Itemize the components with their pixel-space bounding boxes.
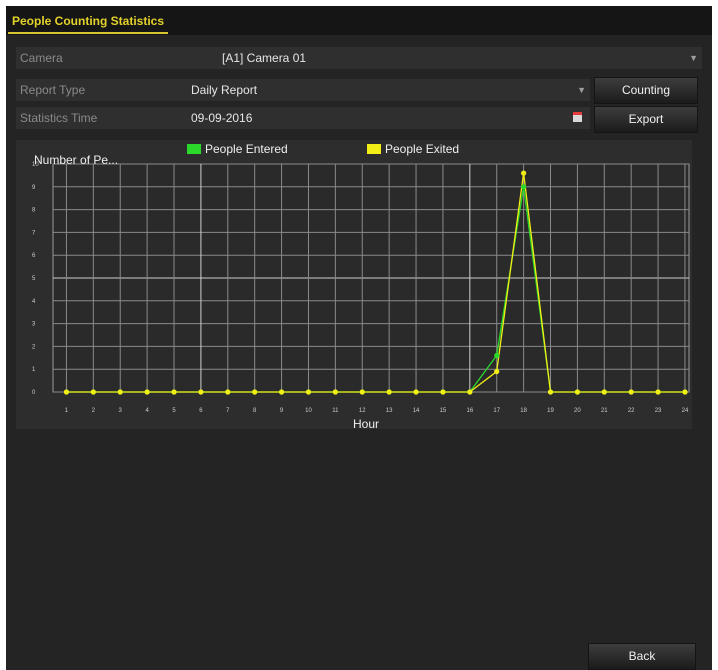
data-point-exited xyxy=(90,389,96,395)
people-counting-window: People Counting Statistics Camera [A1] C… xyxy=(6,6,712,670)
calendar-icon[interactable] xyxy=(573,112,582,122)
statistics-time-label: Statistics Time xyxy=(20,111,98,125)
data-point-exited xyxy=(574,389,580,395)
x-tick-label: 18 xyxy=(520,408,527,414)
y-tick-label: 1 xyxy=(32,367,36,373)
tab-bar: People Counting Statistics xyxy=(6,6,712,35)
legend-people-entered: People Entered xyxy=(187,142,288,156)
x-tick-label: 19 xyxy=(547,408,554,414)
y-tick-label: 8 xyxy=(32,208,36,214)
back-button[interactable]: Back xyxy=(588,643,696,670)
camera-value: [A1] Camera 01 xyxy=(222,51,307,65)
x-tick-label: 4 xyxy=(145,408,149,414)
x-tick-label: 21 xyxy=(601,408,608,414)
data-point-exited xyxy=(521,170,527,176)
x-tick-label: 9 xyxy=(280,408,284,414)
x-tick-label: 14 xyxy=(413,408,420,414)
data-point-entered xyxy=(494,352,500,359)
data-point-exited xyxy=(278,389,285,395)
tab-people-counting-statistics[interactable]: People Counting Statistics xyxy=(8,12,169,34)
report-type-field[interactable]: Report Type Daily Report ▼ xyxy=(16,79,590,101)
y-tick-label: 4 xyxy=(32,299,36,305)
data-point-exited xyxy=(413,389,419,395)
export-button[interactable]: Export xyxy=(594,106,698,133)
people-counting-chart: 0123456789101 2 3 4 5 6 7 8 9 10 11 12 13 14 15 16 17 18 1… xyxy=(32,162,690,414)
x-tick-label: 5 xyxy=(172,408,176,414)
data-point-exited xyxy=(440,389,446,395)
x-tick-label: 7 xyxy=(226,408,230,414)
x-tick-label: 20 xyxy=(574,408,581,414)
x-tick-label: 15 xyxy=(440,408,447,414)
chevron-down-icon[interactable]: ▼ xyxy=(577,79,586,101)
y-tick-label: 3 xyxy=(32,322,36,328)
y-tick-label: 9 xyxy=(32,185,36,191)
x-tick-label: 1 xyxy=(65,408,69,414)
x-tick-label: 22 xyxy=(628,408,635,414)
report-type-label: Report Type xyxy=(20,83,86,97)
statistics-time-field[interactable]: Statistics Time 09-09-2016 xyxy=(16,107,590,129)
data-point-exited xyxy=(655,389,661,395)
data-point-exited xyxy=(547,389,554,395)
data-point-exited xyxy=(359,389,365,395)
data-point-exited xyxy=(198,389,204,395)
statistics-time-value: 09-09-2016 xyxy=(191,111,253,125)
data-point-exited xyxy=(494,368,500,375)
x-tick-label: 23 xyxy=(655,408,662,414)
data-point-exited xyxy=(467,389,473,395)
x-tick-label: 8 xyxy=(253,408,257,414)
data-point-exited xyxy=(305,389,312,395)
data-point-exited xyxy=(144,389,150,395)
legend-swatch-entered xyxy=(187,144,201,154)
data-point-exited xyxy=(63,389,70,395)
data-point-exited xyxy=(682,389,688,395)
data-point-exited xyxy=(171,389,177,395)
x-tick-label: 6 xyxy=(199,408,203,414)
y-tick-label: 5 xyxy=(32,276,36,282)
data-point-exited xyxy=(332,389,338,395)
y-tick-label: 0 xyxy=(32,390,36,396)
camera-field[interactable]: Camera [A1] Camera 01 ▼ xyxy=(16,47,702,69)
y-tick-label: 2 xyxy=(32,344,36,350)
x-tick-label: 12 xyxy=(359,408,366,414)
x-tick-label: 16 xyxy=(466,408,473,414)
report-type-value: Daily Report xyxy=(191,83,258,97)
counting-button[interactable]: Counting xyxy=(594,77,698,104)
y-tick-label: 7 xyxy=(32,230,36,236)
legend-people-exited: People Exited xyxy=(367,142,459,156)
data-point-exited xyxy=(628,389,634,395)
x-tick-label: 2 xyxy=(92,408,96,414)
x-tick-label: 10 xyxy=(305,408,312,414)
camera-label: Camera xyxy=(20,51,63,65)
x-tick-label: 13 xyxy=(386,408,393,414)
chart-panel: 0 1 2 3 4 5 6 7 8 9 10 1 2 3 4 5 6 7 8 9 10 11 12 13 14 15 16 17 18 1… xyxy=(16,140,692,429)
data-point-exited xyxy=(252,389,258,395)
x-tick-label: 17 xyxy=(493,408,500,414)
x-tick-label: 11 xyxy=(332,408,339,414)
data-point-exited xyxy=(117,389,123,395)
legend-label-entered: People Entered xyxy=(205,142,288,156)
x-tick-label: 3 xyxy=(119,408,123,414)
legend-swatch-exited xyxy=(367,144,381,154)
chart-y-label: Number of Pe... xyxy=(34,153,119,167)
x-tick-label: 24 xyxy=(682,408,689,414)
data-point-entered xyxy=(521,184,527,190)
y-tick-label: 6 xyxy=(32,253,36,259)
chevron-down-icon[interactable]: ▼ xyxy=(689,47,698,69)
data-point-exited xyxy=(225,389,231,395)
data-point-exited xyxy=(601,389,607,395)
chart-x-label: Hour xyxy=(352,417,379,431)
data-point-exited xyxy=(386,389,392,395)
legend-label-exited: People Exited xyxy=(385,142,460,156)
